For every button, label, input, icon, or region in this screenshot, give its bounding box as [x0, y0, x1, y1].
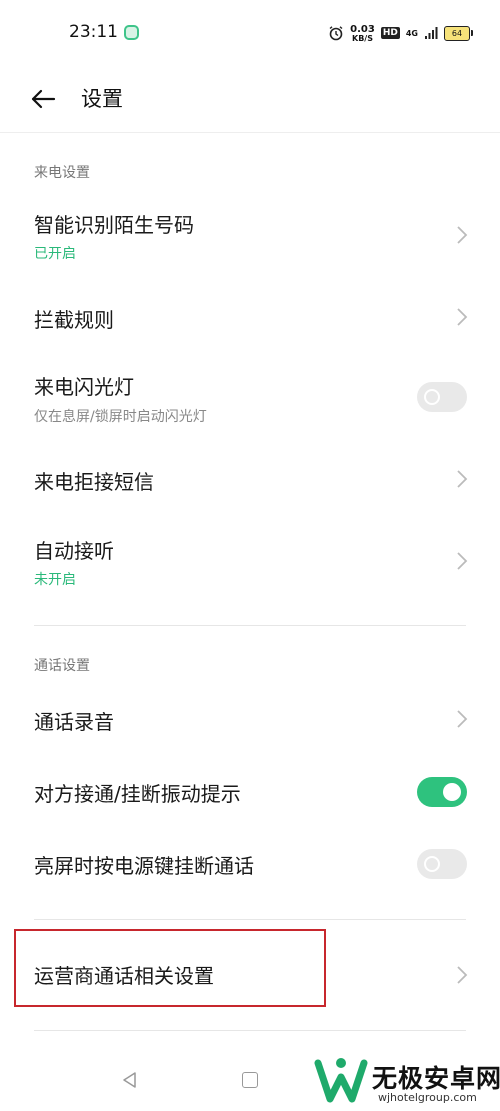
- toggle-knob: [443, 783, 461, 801]
- section-divider: [34, 1030, 466, 1031]
- back-arrow-icon[interactable]: [28, 84, 58, 114]
- chevron-right-icon: [457, 966, 468, 984]
- setting-item-reject-sms[interactable]: 来电拒接短信: [0, 448, 500, 512]
- header-divider: [0, 132, 500, 133]
- status-time: 23:11: [69, 22, 118, 42]
- setting-label: 自动接听: [34, 539, 114, 563]
- watermark-url: wjhotelgroup.com: [378, 1091, 477, 1104]
- hd-badge: HD: [380, 27, 400, 39]
- status-bar: 23:11 0.03 KB/S HD 4G 64: [0, 0, 500, 66]
- toggle-knob: [424, 856, 440, 872]
- chevron-right-icon: [457, 308, 468, 326]
- setting-label: 对方接通/挂断振动提示: [34, 782, 241, 806]
- setting-item-smart-identify[interactable]: 智能识别陌生号码 已开启: [0, 196, 500, 272]
- highlight-box: [14, 929, 326, 1007]
- chevron-right-icon: [457, 710, 468, 728]
- section-divider: [34, 919, 466, 920]
- setting-item-power-key-hangup[interactable]: 亮屏时按电源键挂断通话: [0, 832, 500, 896]
- section-title-call: 通话设置: [34, 658, 90, 674]
- setting-label: 亮屏时按电源键挂断通话: [34, 854, 254, 878]
- app-bar: 设置: [0, 66, 500, 132]
- signal-icon: [425, 27, 438, 39]
- nav-home-icon[interactable]: [242, 1072, 258, 1088]
- setting-description: 仅在息屏/锁屏时启动闪光灯: [34, 409, 207, 425]
- network-type: 4G: [405, 28, 418, 38]
- net-speed: 0.03 KB/S: [350, 24, 375, 43]
- vibrate-toggle[interactable]: [417, 777, 467, 807]
- setting-label: 来电闪光灯: [34, 375, 134, 399]
- setting-status: 未开启: [34, 572, 76, 588]
- setting-label: 智能识别陌生号码: [34, 213, 194, 237]
- app-notification-icon: [124, 25, 139, 40]
- section-title-incoming: 来电设置: [34, 165, 90, 181]
- watermark-logo-icon: [314, 1058, 368, 1103]
- toggle-knob: [424, 389, 440, 405]
- setting-item-block-rules[interactable]: 拦截规则: [0, 286, 500, 350]
- net-speed-unit: KB/S: [352, 33, 373, 43]
- nav-back-icon[interactable]: [121, 1071, 139, 1089]
- setting-label: 来电拒接短信: [34, 470, 154, 494]
- alarm-icon: [329, 26, 343, 41]
- watermark-name: 无极安卓网: [372, 1064, 500, 1093]
- flash-light-toggle[interactable]: [417, 382, 467, 412]
- chevron-right-icon: [457, 552, 468, 570]
- setting-item-call-recording[interactable]: 通话录音: [0, 688, 500, 752]
- setting-status: 已开启: [34, 246, 76, 262]
- section-divider: [34, 625, 466, 626]
- setting-item-vibrate-on-connect[interactable]: 对方接通/挂断振动提示: [0, 760, 500, 824]
- setting-label: 拦截规则: [34, 308, 114, 332]
- page-title: 设置: [81, 87, 123, 111]
- battery-icon: 64: [444, 25, 473, 41]
- status-icons: 0.03 KB/S HD 4G 64: [328, 22, 473, 44]
- setting-item-auto-answer[interactable]: 自动接听 未开启: [0, 522, 500, 598]
- watermark: 无极安卓网 wjhotelgroup.com: [314, 1050, 500, 1111]
- power-key-hangup-toggle[interactable]: [417, 849, 467, 879]
- net-speed-value: 0.03: [350, 23, 375, 35]
- setting-item-flash-light[interactable]: 来电闪光灯 仅在息屏/锁屏时启动闪光灯: [0, 360, 500, 436]
- setting-label: 通话录音: [34, 710, 114, 734]
- chevron-right-icon: [457, 470, 468, 488]
- chevron-right-icon: [457, 226, 468, 244]
